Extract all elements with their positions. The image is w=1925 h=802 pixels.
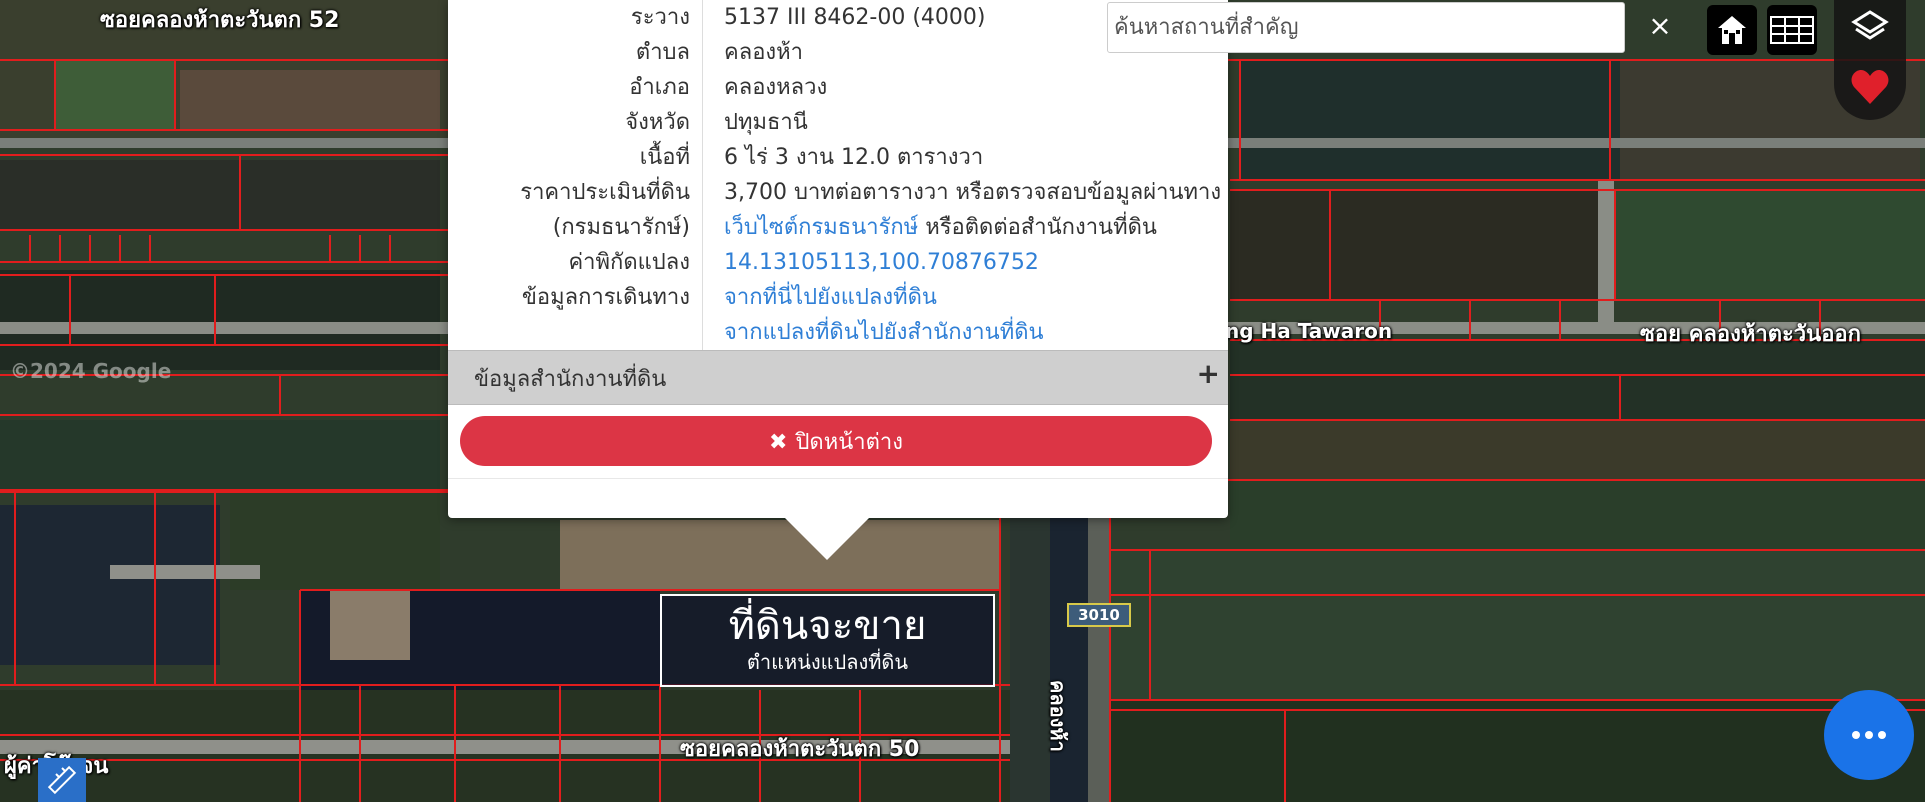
info-label: เนื้อที่	[639, 145, 690, 170]
info-value: คลองห้า	[724, 40, 804, 65]
info-label: ตำบล	[635, 40, 690, 65]
popup-pointer	[784, 517, 870, 560]
home-icon	[1718, 16, 1746, 44]
info-row-area: เนื้อที่ 6 ไร่ 3 งาน 12.0 ตารางวา	[448, 140, 1228, 175]
treasury-website-link[interactable]: เว็บไซต์กรมธนารักษ์	[724, 215, 918, 240]
land-office-panel-label: ข้อมูลสำนักงานที่ดิน	[474, 367, 667, 392]
info-value: คลองหลวง	[724, 75, 828, 100]
plus-icon[interactable]: +	[1197, 357, 1220, 390]
info-value: จากแปลงที่ดินไปยังสำนักงานที่ดิน	[724, 315, 1044, 350]
layers-panel	[1834, 0, 1906, 120]
info-row-coordinates: ค่าพิกัดแปลง 14.13105113,100.70876752	[448, 245, 1228, 280]
ruler-icon	[47, 765, 77, 795]
plot-marker-title: ที่ดินจะขาย	[728, 603, 927, 649]
info-row-province: จังหวัด ปทุมธานี	[448, 105, 1228, 140]
info-row-appraisal: ราคาประเมินที่ดิน 3,700 บาทต่อตารางวา หร…	[448, 175, 1228, 210]
layers-icon[interactable]	[1850, 8, 1890, 48]
info-row-directions: ข้อมูลการเดินทาง จากที่นี่ไปยังแปลงที่ดิ…	[448, 280, 1228, 315]
close-icon: ✖	[769, 429, 788, 455]
info-value: จากที่นี่ไปยังแปลงที่ดิน	[724, 280, 937, 315]
search-clear-button[interactable]: ×	[1645, 6, 1675, 46]
info-value: 14.13105113,100.70876752	[724, 245, 1039, 280]
place-search-input[interactable]	[1107, 2, 1625, 53]
land-office-panel-toggle[interactable]: ข้อมูลสำนักงานที่ดิน +	[448, 350, 1228, 405]
info-row-district: อำเภอ คลองหลวง	[448, 70, 1228, 105]
plot-marker-subtitle: ตำแหน่งแปลงที่ดิน	[746, 650, 909, 674]
info-value: ปทุมธานี	[724, 110, 808, 135]
info-label: ค่าพิกัดแปลง	[568, 250, 690, 275]
info-label: อำเภอ	[629, 75, 690, 100]
close-popup-button[interactable]: ✖ ปิดหน้าต่าง	[460, 416, 1212, 466]
home-button[interactable]	[1707, 5, 1757, 55]
info-value: 5137 III 8462-00 (4000)	[724, 5, 986, 30]
grid-icon	[1770, 16, 1814, 44]
grid-toggle-button[interactable]	[1767, 5, 1817, 55]
info-label: ราคาประเมินที่ดิน	[520, 180, 690, 205]
info-value: 6 ไร่ 3 งาน 12.0 ตารางวา	[724, 145, 984, 170]
more-options-button[interactable]	[1824, 690, 1914, 780]
info-value: 3,700 บาทต่อตารางวา หรือตรวจสอบข้อมูลผ่า…	[724, 180, 1222, 205]
info-row-treasury: (กรมธนารักษ์) เว็บไซต์กรมธนารักษ์ หรือติ…	[448, 210, 1228, 245]
route-badge: 3010	[1067, 603, 1131, 627]
plot-marker[interactable]: ที่ดินจะขาย ตำแหน่งแปลงที่ดิน	[660, 594, 995, 687]
info-label: ข้อมูลการเดินทาง	[521, 285, 690, 310]
popup-footer-divider	[448, 478, 1228, 479]
info-label: ระวาง	[630, 5, 690, 30]
info-value: เว็บไซต์กรมธนารักษ์ หรือติดต่อสำนักงานที…	[724, 210, 1157, 245]
info-value-suffix: หรือติดต่อสำนักงานที่ดิน	[918, 215, 1157, 240]
info-row-directions-office: จากแปลงที่ดินไปยังสำนักงานที่ดิน	[448, 315, 1228, 350]
directions-to-plot-link[interactable]: จากที่นี่ไปยังแปลงที่ดิน	[724, 285, 937, 310]
parcel-info-popup: ระวาง 5137 III 8462-00 (4000) ตำบล คลองห…	[448, 0, 1228, 518]
close-popup-label: ปิดหน้าต่าง	[795, 429, 903, 455]
more-icon	[1852, 731, 1886, 739]
info-label: จังหวัด	[625, 110, 690, 135]
heart-icon[interactable]	[1850, 68, 1890, 106]
coordinates-link[interactable]: 14.13105113,100.70876752	[724, 250, 1039, 275]
measure-tool-button[interactable]	[38, 758, 86, 802]
info-label: (กรมธนารักษ์)	[552, 215, 690, 240]
directions-to-office-link[interactable]: จากแปลงที่ดินไปยังสำนักงานที่ดิน	[724, 320, 1044, 345]
